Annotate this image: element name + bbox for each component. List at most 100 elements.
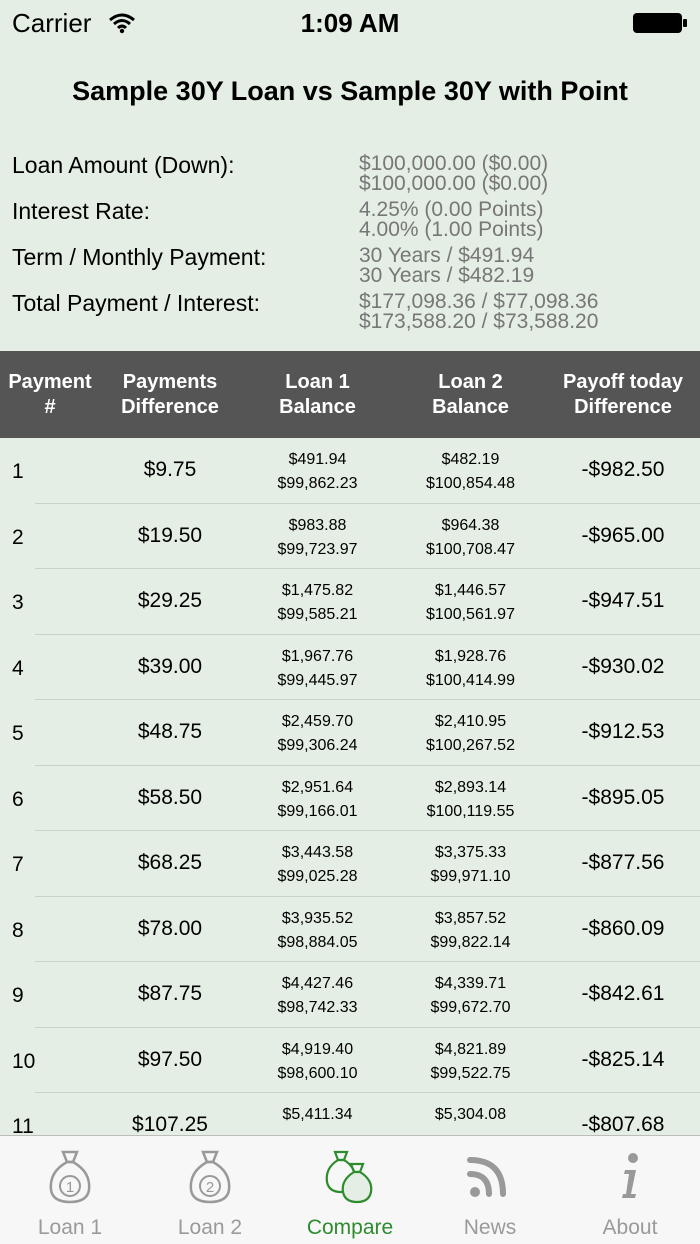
loan1-balance: $98,742.33	[277, 999, 358, 1016]
loan1-balance: $99,445.97	[277, 671, 358, 689]
tab-label: Compare	[306, 1216, 394, 1239]
loan2-balance: $100,414.99	[426, 671, 515, 689]
cell-payoff-difference: -$947.51	[581, 589, 665, 612]
cell-loan2: $4,339.71 $99,672.70	[398, 972, 543, 1020]
tab-about[interactable]: About	[560, 1136, 700, 1244]
cell-payoff-difference: -$807.68	[581, 1113, 665, 1135]
summary-value-loan1: 4.25% (0.00 Points)	[359, 198, 544, 221]
loan1-paid: $491.94	[288, 451, 347, 468]
loan2-balance: $100,708.47	[426, 540, 515, 558]
loan2-paid: $5,304.08	[434, 1106, 507, 1123]
loan2-paid: $3,857.52	[434, 909, 507, 927]
cell-payment-number: 10	[12, 1049, 36, 1073]
cell-payment-number: 6	[12, 787, 24, 811]
cell-loan1: $3,443.58 $99,025.28	[245, 841, 390, 889]
amortization-table[interactable]: 1 $9.75 $491.94 $99,862.23 $482.19 $100,…	[0, 438, 700, 1135]
tab-label: About	[602, 1216, 658, 1239]
tab-compare[interactable]: Compare	[280, 1136, 420, 1244]
battery-icon	[633, 13, 687, 33]
cell-loan2: $1,928.76 $100,414.99	[398, 645, 543, 693]
header-line: #	[44, 396, 56, 418]
cell-loan2: $3,857.52 $99,822.14	[398, 907, 543, 955]
cell-loan1: $2,459.70 $99,306.24	[245, 710, 390, 758]
cell-payments-difference: $97.50	[137, 1047, 203, 1071]
table-row: 3 $29.25 $1,475.82 $99,585.21 $1,446.57 …	[0, 569, 700, 635]
tab-news[interactable]: News	[420, 1136, 560, 1244]
cell-payments-difference: $19.50	[137, 523, 203, 547]
cell-loan1: $491.94 $99,862.23	[245, 448, 390, 496]
table-header: Payment # Payments Difference Loan 1 Bal…	[0, 351, 700, 438]
cell-loan1: $2,951.64 $99,166.01	[245, 776, 390, 824]
summary-row-total-interest: Total Payment / Interest: $177,098.36 / …	[12, 288, 692, 334]
loan1-balance: $99,723.97	[277, 540, 358, 558]
status-bar: Carrier 1:09 AM	[0, 0, 700, 48]
info-icon	[622, 1153, 638, 1198]
cell-loan1: $3,935.52 $98,884.05	[245, 907, 390, 955]
cell-loan2: $964.38 $100,708.47	[398, 514, 543, 562]
summary-value-loan1: $177,098.36 / $77,098.36	[359, 290, 599, 313]
cell-payment-number: 5	[12, 722, 24, 745]
cell-payments-difference: $87.75	[137, 982, 203, 1005]
cell-payment-number: 8	[12, 918, 24, 942]
loan2-paid: $3,375.33	[434, 844, 507, 861]
loan1-balance: $99,862.23	[277, 475, 358, 492]
cell-payment-number: 7	[12, 853, 24, 876]
tab-label: Loan 1	[37, 1216, 103, 1239]
header-line: Balance	[432, 396, 509, 418]
loan2-balance: $100,119.55	[426, 802, 515, 820]
cell-payments-difference: $39.00	[137, 654, 203, 678]
cell-payment-number: 11	[12, 1115, 34, 1135]
table-row: 11 $107.25 $5,411.34 $5,304.08 -$807.68	[0, 1093, 700, 1135]
table-row: 10 $97.50 $4,919.40 $98,600.10 $4,821.89…	[0, 1028, 700, 1093]
summary-values: 30 Years / $491.94 30 Years / $482.19	[359, 244, 535, 287]
cell-loan1: $5,411.34	[245, 1103, 390, 1127]
cell-payoff-difference: -$912.53	[581, 720, 665, 743]
loan1-balance: $99,025.28	[277, 868, 358, 885]
summary-value-loan2: 30 Years / $482.19	[359, 264, 535, 287]
loan1-balance: $98,600.10	[277, 1064, 358, 1082]
cell-payoff-difference: -$895.05	[581, 785, 665, 809]
loan2-paid: $1,928.76	[434, 647, 507, 665]
summary-value-loan1: $100,000.00 ($0.00)	[359, 152, 549, 175]
header-payment-number: Payment #	[0, 370, 100, 420]
cell-loan1: $983.88 $99,723.97	[245, 514, 390, 562]
tab-loan-2[interactable]: 2 Loan 2	[140, 1136, 280, 1244]
loan2-balance: $99,822.14	[430, 933, 511, 951]
tab-loan-1[interactable]: 1 Loan 1	[0, 1136, 140, 1244]
cell-payoff-difference: -$825.14	[581, 1047, 665, 1071]
header-line: Loan 1	[285, 371, 350, 393]
summary-row-term-payment: Term / Monthly Payment: 30 Years / $491.…	[12, 242, 692, 288]
loan1-paid: $2,951.64	[281, 778, 354, 796]
cell-loan1: $1,967.76 $99,445.97	[245, 645, 390, 693]
header-payoff-difference: Payoff today Difference	[548, 370, 698, 420]
cell-payments-difference: $68.25	[137, 851, 203, 874]
header-line: Loan 2	[438, 371, 503, 393]
table-row: 6 $58.50 $2,951.64 $99,166.01 $2,893.14 …	[0, 766, 700, 831]
table-row: 2 $19.50 $983.88 $99,723.97 $964.38 $100…	[0, 504, 700, 569]
loan2-balance: $99,672.70	[430, 999, 511, 1016]
table-row: 8 $78.00 $3,935.52 $98,884.05 $3,857.52 …	[0, 897, 700, 962]
cell-loan2: $2,410.95 $100,267.52	[398, 710, 543, 758]
cell-payments-difference: $58.50	[137, 785, 203, 809]
cell-loan2: $3,375.33 $99,971.10	[398, 841, 543, 889]
cell-payment-number: 4	[12, 656, 24, 680]
header-line: Difference	[121, 396, 219, 418]
cell-payoff-difference: -$877.56	[581, 851, 665, 874]
loan2-balance: $99,971.10	[430, 868, 511, 885]
loan2-balance: $100,561.97	[426, 606, 515, 623]
table-row: 7 $68.25 $3,443.58 $99,025.28 $3,375.33 …	[0, 831, 700, 897]
cell-payoff-difference: -$860.09	[581, 916, 665, 940]
loan1-paid: $3,935.52	[281, 909, 354, 927]
loan1-paid: $2,459.70	[281, 713, 354, 730]
money-bag-2-icon: 2	[189, 1150, 231, 1204]
summary-value-loan1: 30 Years / $491.94	[359, 244, 535, 267]
summary-label: Loan Amount (Down):	[12, 152, 235, 178]
tab-label: News	[463, 1216, 517, 1239]
svg-text:1: 1	[66, 1179, 74, 1196]
summary-values: 4.25% (0.00 Points) 4.00% (1.00 Points)	[359, 198, 544, 240]
cell-payoff-difference: -$842.61	[581, 982, 665, 1005]
header-line: Payments	[122, 371, 218, 393]
cell-payoff-difference: -$930.02	[581, 654, 665, 678]
summary-values: $177,098.36 / $77,098.36 $173,588.20 / $…	[359, 290, 599, 332]
rss-icon	[467, 1157, 506, 1197]
